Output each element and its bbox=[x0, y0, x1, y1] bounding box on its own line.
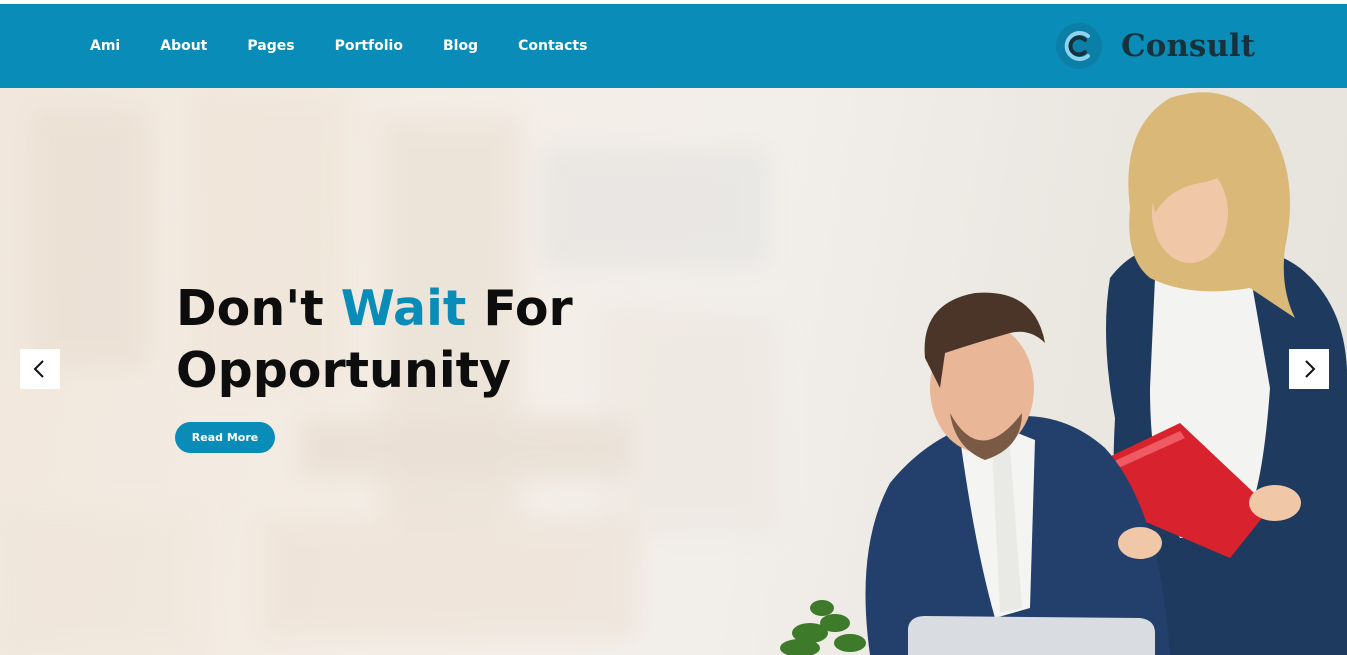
logo-text: Consult bbox=[1121, 28, 1255, 64]
hero-slider: Don't Wait For Opportunity Read More bbox=[0, 88, 1347, 655]
nav-item-blog[interactable]: Blog bbox=[423, 4, 498, 88]
slider-next-button[interactable] bbox=[1289, 349, 1329, 389]
headline-part2: For bbox=[483, 280, 573, 337]
business-people-image bbox=[780, 92, 1347, 655]
hero-headline: Don't Wait For Opportunity bbox=[176, 278, 573, 402]
headline-part1: Don't bbox=[176, 280, 324, 337]
headline-line2: Opportunity bbox=[176, 342, 511, 399]
chevron-left-icon bbox=[33, 360, 44, 378]
slider-prev-button[interactable] bbox=[20, 349, 60, 389]
site-logo[interactable]: Consult bbox=[1055, 21, 1255, 71]
nav-item-about[interactable]: About bbox=[140, 4, 227, 88]
site-header: Ami About Pages Portfolio Blog Contacts … bbox=[0, 4, 1347, 88]
nav-item-portfolio[interactable]: Portfolio bbox=[315, 4, 423, 88]
nav-item-ami[interactable]: Ami bbox=[70, 4, 140, 88]
main-nav: Ami About Pages Portfolio Blog Contacts bbox=[70, 4, 607, 88]
read-more-button[interactable]: Read More bbox=[175, 422, 275, 453]
nav-item-contacts[interactable]: Contacts bbox=[498, 4, 607, 88]
c-logo-icon bbox=[1056, 23, 1102, 69]
headline-accent: Wait bbox=[340, 280, 467, 337]
chevron-right-icon bbox=[1305, 360, 1316, 378]
nav-item-pages[interactable]: Pages bbox=[227, 4, 314, 88]
